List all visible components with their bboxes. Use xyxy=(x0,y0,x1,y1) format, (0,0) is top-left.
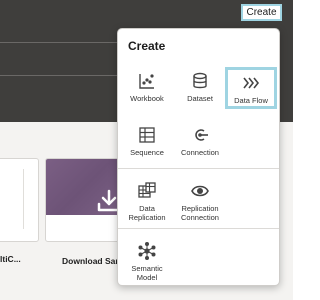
create-connection-item[interactable]: Connection xyxy=(174,125,226,157)
header-divider xyxy=(0,75,117,76)
data-replication-icon xyxy=(138,182,156,198)
card-title: Download San xyxy=(62,256,121,266)
create-semantic-model-item[interactable]: Semantic Model xyxy=(121,241,173,282)
create-replication-connection-item[interactable]: Replication Connection xyxy=(174,181,226,222)
card-title: ltiC... xyxy=(0,254,21,264)
create-dataset-item[interactable]: Dataset xyxy=(174,71,226,103)
card-banner xyxy=(46,159,124,215)
item-label: Semantic Model xyxy=(131,264,163,282)
create-sequence-item[interactable]: Sequence xyxy=(121,125,173,157)
sequence-icon xyxy=(139,127,155,143)
item-label: Sequence xyxy=(130,148,164,157)
create-workbook-item[interactable]: Workbook xyxy=(121,71,173,103)
item-label: Data Replication xyxy=(128,204,166,222)
create-menu-title: Create xyxy=(128,39,166,53)
download-sample-card[interactable] xyxy=(45,158,125,242)
item-label: Connection xyxy=(181,148,219,157)
card-thumbnail xyxy=(0,169,24,229)
create-data-replication-item[interactable]: Data Replication xyxy=(121,181,173,222)
create-menu-popover: Create Workbook Dataset Data Flow Sequen… xyxy=(117,28,280,286)
create-button[interactable]: Create xyxy=(241,4,282,21)
item-label: Dataset xyxy=(187,94,213,103)
item-label: Workbook xyxy=(130,94,164,103)
data-flow-icon xyxy=(243,77,260,89)
item-label: Replication Connection xyxy=(181,204,219,222)
semantic-model-icon xyxy=(138,242,156,260)
connection-icon xyxy=(195,129,208,141)
create-data-flow-item[interactable]: Data Flow xyxy=(225,67,277,109)
workbook-icon xyxy=(139,74,154,89)
item-label: Data Flow xyxy=(234,96,268,105)
project-card[interactable] xyxy=(0,158,39,242)
menu-divider xyxy=(118,228,279,229)
menu-divider xyxy=(118,168,279,169)
replication-connection-icon xyxy=(191,185,209,197)
dataset-icon xyxy=(193,72,207,89)
header-divider xyxy=(0,42,117,43)
